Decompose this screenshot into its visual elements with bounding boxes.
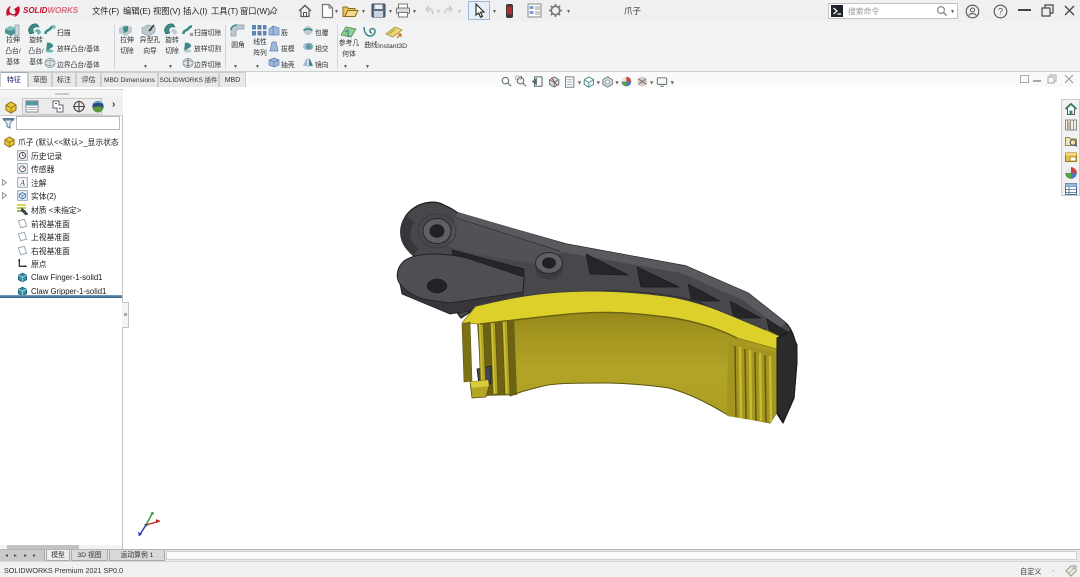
svg-text:A: A	[19, 178, 25, 187]
